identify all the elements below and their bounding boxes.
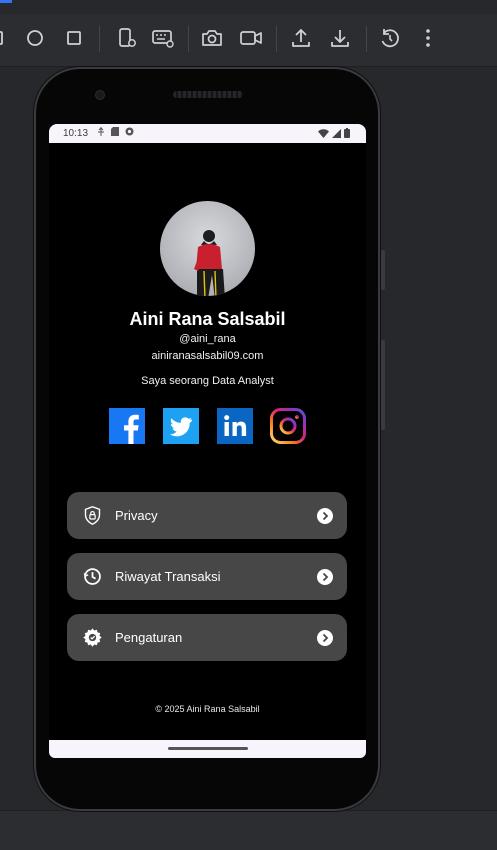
device-settings-icon[interactable] [115,26,139,50]
wifi-icon [318,128,329,141]
circle-partial-icon[interactable] [0,26,12,50]
more-vertical-icon[interactable] [416,26,440,50]
upload-icon[interactable] [289,26,313,50]
chevron-right-icon [317,508,333,524]
transaction-history-button[interactable]: Riwayat Transaksi [67,553,347,600]
instagram-icon[interactable] [270,408,306,444]
profile-name: Aini Rana Salsabil [129,309,286,329]
usb-icon [97,127,105,136]
chevron-right-icon [317,569,333,585]
transaction-history-label: Riwayat Transaksi [115,569,221,584]
facebook-icon[interactable] [109,408,145,444]
rotate-icon[interactable] [378,26,402,50]
profile-avatar [160,201,255,296]
sync-icon [125,127,134,136]
power-button[interactable] [381,340,385,430]
app-screen: 10:13 Aini Rana Salsabil @aini_rana aini… [49,124,366,758]
earpiece-speaker [173,91,243,98]
settings-label: Pengaturan [115,630,183,645]
gear-icon [82,627,103,648]
linkedin-icon[interactable] [217,408,253,444]
camera-icon[interactable] [200,26,224,50]
video-icon[interactable] [239,26,263,50]
settings-button[interactable]: Pengaturan [67,614,347,661]
signal-icon [332,128,341,141]
sd-card-icon [111,127,119,136]
history-icon [82,566,103,587]
copyright-footer: © 2025 Aini Rana Salsabil [155,704,260,714]
battery-icon [344,128,350,141]
profile-handle: @aini_rana [179,333,236,345]
progress-indicator [0,0,12,3]
square-icon[interactable] [62,26,86,50]
emulator-toolbar [0,14,497,67]
gesture-handle[interactable] [168,747,248,750]
privacy-label: Privacy [115,508,158,523]
ide-bottom-strip [0,810,497,850]
status-time: 10:13 [63,128,89,139]
volume-button[interactable] [381,250,385,290]
profile-email: ainiranasalsabil09.com [151,350,264,362]
twitter-icon[interactable] [163,408,199,444]
shield-lock-icon [82,505,103,526]
circle-icon[interactable] [23,26,47,50]
profile-bio: Saya seorang Data Analyst [141,375,274,387]
keyboard-settings-icon[interactable] [151,26,175,50]
chevron-right-icon [317,630,333,646]
front-camera [96,91,104,99]
status-bar: 10:13 [49,124,366,143]
download-icon[interactable] [328,26,352,50]
navigation-bar [49,740,366,758]
privacy-button[interactable]: Privacy [67,492,347,539]
